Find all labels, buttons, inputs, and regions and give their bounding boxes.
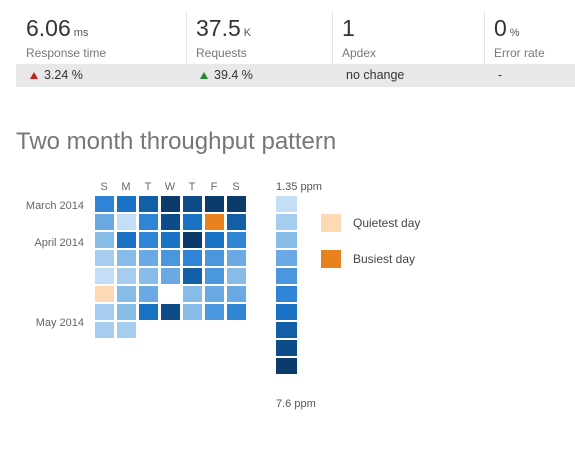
trend-up-green-icon (200, 72, 208, 79)
legend-busiest-swatch (321, 250, 341, 268)
heatmap-day-cell[interactable] (95, 268, 114, 284)
response-time-label: Response time (26, 46, 107, 60)
section-title: Two month throughput pattern (16, 128, 337, 155)
heatmap-day-cell[interactable] (95, 250, 114, 266)
error-rate-change: - (498, 68, 503, 82)
month-label-march: March 2014 (25, 200, 84, 212)
heatmap-day-cell[interactable] (95, 196, 114, 212)
error-rate-label: Error rate (494, 46, 545, 60)
response-time-change: 3.24 % (30, 68, 83, 82)
scale-step (276, 304, 297, 320)
heatmap-day-cell[interactable] (139, 286, 158, 302)
day-label: T (144, 181, 152, 193)
scale-step (276, 250, 297, 266)
divider (332, 12, 333, 66)
heatmap-day-cell[interactable] (139, 232, 158, 248)
heatmap-day-cell[interactable] (139, 268, 158, 284)
heatmap-day-cell[interactable] (95, 214, 114, 230)
heatmap-day-cell[interactable] (95, 322, 114, 338)
heatmap-day-cell[interactable] (161, 196, 180, 212)
requests-unit: K (243, 27, 252, 39)
day-label: F (210, 181, 218, 193)
heatmap-day-cell[interactable] (227, 250, 246, 266)
apdex-label: Apdex (342, 46, 377, 60)
heatmap-day-cell[interactable] (227, 196, 246, 212)
error-rate-value: 0 (494, 15, 507, 41)
heatmap-day-cell[interactable] (139, 250, 158, 266)
response-time-unit: ms (73, 27, 89, 39)
heatmap-day-cell[interactable] (205, 286, 224, 302)
heatmap-day-cell[interactable] (183, 304, 202, 320)
heatmap-day-cell[interactable] (161, 232, 180, 248)
requests-label: Requests (196, 46, 247, 60)
scale-step (276, 358, 297, 374)
heatmap-day-cell[interactable] (227, 214, 246, 230)
day-label: T (188, 181, 196, 193)
trend-up-red-icon (30, 72, 38, 79)
heatmap-day-cell[interactable] (183, 196, 202, 212)
heatmap-day-cell[interactable] (183, 268, 202, 284)
scale-step (276, 214, 297, 230)
heatmap-day-cell[interactable] (117, 250, 136, 266)
heatmap-day-cell[interactable] (227, 232, 246, 248)
scale-step (276, 322, 297, 338)
heatmap-day-cell[interactable] (117, 322, 136, 338)
scale-max-label: 7.6 ppm (276, 398, 316, 410)
scale-step (276, 268, 297, 284)
scale-step (276, 232, 297, 248)
heatmap-day-cell[interactable] (205, 268, 224, 284)
heatmap-day-cell[interactable] (139, 196, 158, 212)
scale-step (276, 196, 297, 212)
legend-quietest-swatch (321, 214, 341, 232)
heatmap-day-cell[interactable] (95, 304, 114, 320)
heatmap-day-cell[interactable] (117, 214, 136, 230)
legend-quietest-label: Quietest day (353, 216, 421, 230)
month-label-may: May 2014 (35, 317, 84, 329)
heatmap-day-cell[interactable] (205, 232, 224, 248)
heatmap-day-cell[interactable] (205, 304, 224, 320)
heatmap-day-cell[interactable] (161, 268, 180, 284)
requests-value: 37.5 (196, 15, 241, 41)
heatmap-day-cell[interactable] (161, 304, 180, 320)
heatmap-day-cell[interactable] (183, 286, 202, 302)
heatmap-day-cell[interactable] (117, 304, 136, 320)
scale-step (276, 286, 297, 302)
heatmap-day-cell[interactable] (95, 232, 114, 248)
day-label: S (232, 181, 240, 193)
error-rate-unit: % (509, 27, 520, 39)
day-label: W (164, 181, 176, 193)
heatmap-day-cell[interactable] (183, 250, 202, 266)
heatmap-day-cell[interactable] (205, 250, 224, 266)
heatmap-day-cell[interactable] (161, 214, 180, 230)
heatmap-day-cell[interactable] (205, 214, 224, 230)
month-label-april: April 2014 (34, 237, 84, 249)
heatmap-day-cell[interactable] (95, 286, 114, 302)
heatmap-day-cell[interactable] (139, 304, 158, 320)
heatmap-day-cell[interactable] (227, 304, 246, 320)
heatmap-day-cell[interactable] (117, 196, 136, 212)
scale-step (276, 340, 297, 356)
scale-min-label: 1.35 ppm (276, 181, 322, 193)
requests-change: 39.4 % (200, 68, 253, 82)
heatmap-day-cell[interactable] (183, 232, 202, 248)
change-bar (16, 64, 575, 87)
heatmap-day-cell[interactable] (205, 196, 224, 212)
heatmap-day-cell[interactable] (227, 286, 246, 302)
divider (186, 12, 187, 66)
day-label: M (121, 181, 131, 193)
day-label: S (100, 181, 108, 193)
heatmap-day-cell[interactable] (139, 214, 158, 230)
apdex-change: no change (346, 68, 405, 82)
heatmap-day-cell[interactable] (183, 214, 202, 230)
heatmap-day-cell[interactable] (117, 232, 136, 248)
heatmap-day-cell[interactable] (117, 286, 136, 302)
heatmap-day-cell[interactable] (161, 250, 180, 266)
heatmap-day-cell[interactable] (117, 268, 136, 284)
legend-busiest-label: Busiest day (353, 252, 416, 266)
heatmap-day-cell[interactable] (227, 268, 246, 284)
response-time-value: 6.06 (26, 15, 71, 41)
divider (484, 12, 485, 66)
apdex-value: 1 (342, 15, 355, 41)
